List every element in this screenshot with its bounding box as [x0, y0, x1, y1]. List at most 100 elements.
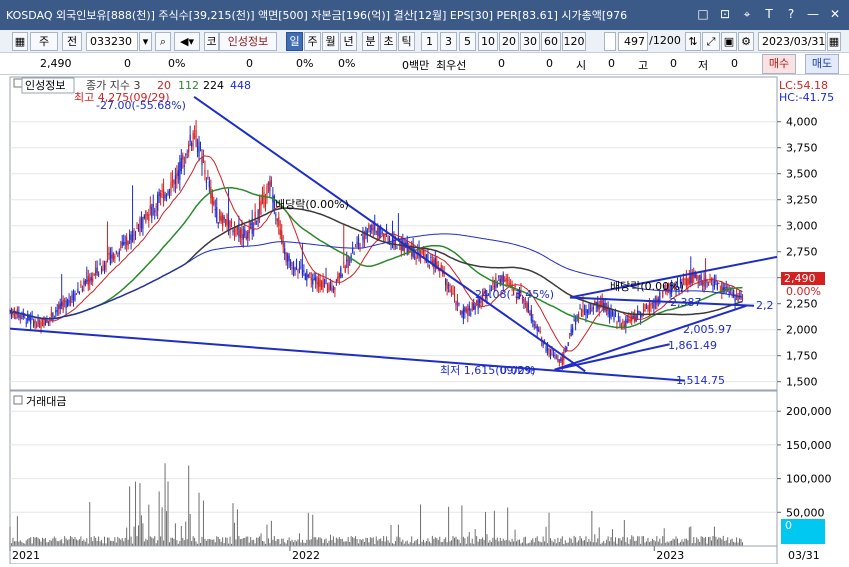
candle-body — [222, 214, 224, 227]
candle-body — [445, 278, 447, 285]
candle-body — [71, 294, 73, 301]
interval-1[interactable]: 1 — [421, 32, 438, 51]
candle-body — [34, 320, 36, 324]
candle-body — [579, 307, 581, 309]
candle-body — [130, 235, 132, 244]
volume-pane-toggle-icon[interactable] — [13, 395, 23, 405]
candle-body — [121, 241, 123, 246]
candle-body — [548, 349, 550, 354]
candle-body — [326, 283, 329, 291]
candle-body — [176, 173, 178, 179]
period-day[interactable]: 일 — [286, 32, 303, 51]
candle-body — [617, 316, 620, 318]
candle-body — [369, 230, 371, 232]
candle-body — [154, 210, 156, 212]
candle-body — [328, 285, 330, 293]
prefix-button[interactable]: 전 — [62, 32, 82, 51]
interval-custom[interactable] — [604, 32, 616, 51]
period-second[interactable]: 초 — [380, 32, 397, 51]
code-input[interactable]: 033230 — [86, 32, 138, 51]
candle-body — [493, 286, 495, 288]
interval-120[interactable]: 120 — [562, 32, 586, 51]
speaker-icon[interactable]: ◀▾ — [174, 32, 200, 51]
save-icon[interactable]: ▣ — [721, 32, 737, 51]
count-input[interactable]: 497 — [618, 32, 648, 51]
period-week[interactable]: 주 — [304, 32, 321, 51]
mode-select[interactable]: 주 — [30, 32, 58, 51]
candle-body — [349, 264, 351, 266]
layout-icon[interactable]: □ — [695, 6, 711, 22]
candle-body — [424, 253, 426, 257]
candle-body — [99, 262, 101, 266]
candle-body — [78, 291, 81, 294]
candle-body — [583, 309, 586, 311]
candle-body — [353, 253, 355, 255]
date-input[interactable]: 2023/03/31 — [758, 32, 826, 51]
candle-body — [592, 307, 594, 310]
text-icon[interactable]: T — [761, 6, 777, 22]
candle-body — [312, 279, 314, 285]
calendar-icon[interactable]: ▦ — [827, 32, 841, 51]
period-tick[interactable]: 틱 — [398, 32, 415, 51]
sell-button[interactable]: 매도 — [805, 54, 839, 74]
interval-5[interactable]: 5 — [459, 32, 476, 51]
candle-body — [396, 247, 398, 249]
gear-icon[interactable]: ⚙ — [738, 32, 754, 51]
candle-body — [318, 278, 320, 288]
candle-body — [44, 320, 47, 326]
candle-body — [647, 306, 649, 310]
buy-button[interactable]: 매수 — [762, 54, 796, 74]
interval-30[interactable]: 30 — [520, 32, 540, 51]
pin-icon[interactable]: ⌖ — [739, 6, 755, 22]
candle-body — [267, 182, 270, 186]
candle-body — [710, 279, 713, 282]
pane-toggle-icon[interactable] — [13, 78, 23, 88]
candle-body — [284, 248, 286, 254]
chart-area[interactable]: 1,5001,7502,0002,2502,5002,7503,0003,250… — [0, 75, 849, 565]
restore-icon[interactable]: ⊡ — [717, 6, 733, 22]
candle-body — [588, 309, 590, 314]
min-price-pct: 0.00% — [500, 364, 535, 377]
compare-icon[interactable]: ⇅ — [685, 32, 701, 51]
zoom-icon[interactable]: ⤢ — [702, 32, 720, 51]
price-tick-label: 3,500 — [786, 168, 818, 181]
candle-body — [220, 216, 222, 222]
candle-body — [288, 255, 290, 261]
minimize-icon[interactable]: — — [805, 6, 821, 22]
candle-body — [474, 305, 476, 310]
period-month[interactable]: 월 — [322, 32, 339, 51]
interval-3[interactable]: 3 — [440, 32, 457, 51]
search-icon[interactable]: ⌕ — [155, 32, 171, 51]
candle-body — [619, 319, 621, 322]
period-minute[interactable]: 분 — [362, 32, 379, 51]
candle-body — [384, 237, 386, 240]
chevron-down-icon[interactable]: ▾ — [139, 32, 152, 51]
candle-body — [712, 284, 714, 286]
candle-body — [148, 214, 150, 221]
stock-name[interactable]: 인성정보 — [219, 32, 277, 51]
close-icon[interactable]: ✕ — [827, 6, 843, 22]
candle-body — [37, 318, 39, 324]
help-icon[interactable]: ? — [783, 6, 799, 22]
candle-body — [102, 265, 104, 267]
candle-body — [182, 154, 184, 160]
candle-body — [422, 250, 425, 254]
interval-10[interactable]: 10 — [478, 32, 498, 51]
candle-body — [334, 287, 336, 290]
grid-icon[interactable]: ▦ — [12, 32, 28, 51]
candle-body — [580, 308, 583, 316]
candle-body — [551, 349, 553, 352]
candle-body — [196, 146, 199, 153]
candle-body — [530, 309, 532, 321]
chart-svg[interactable]: 1,5001,7502,0002,2502,5002,7503,0003,250… — [0, 75, 849, 565]
candle-body — [157, 194, 159, 211]
candle-body — [378, 226, 380, 238]
period-year[interactable]: 년 — [340, 32, 357, 51]
price-tick-label: 3,750 — [786, 142, 818, 155]
interval-60[interactable]: 60 — [541, 32, 561, 51]
interval-20[interactable]: 20 — [499, 32, 519, 51]
candle-body — [325, 279, 327, 283]
candle-body — [112, 252, 114, 261]
volume-pane[interactable] — [9, 390, 778, 547]
candle-body — [332, 288, 335, 291]
